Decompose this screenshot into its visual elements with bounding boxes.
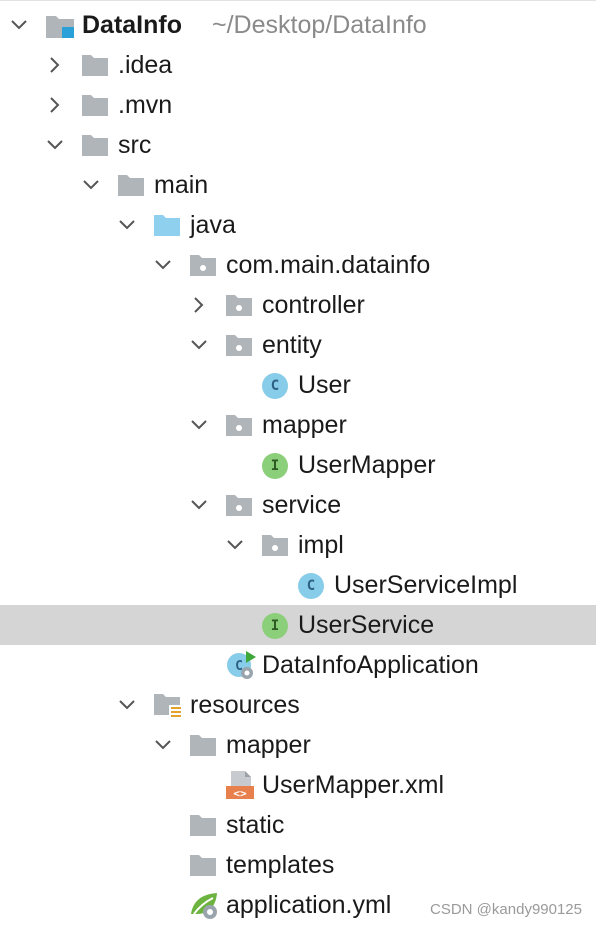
tree-row-static[interactable]: static	[0, 805, 596, 845]
chevron-down-icon[interactable]	[7, 13, 31, 37]
tree-row-controller[interactable]: controller	[0, 285, 596, 325]
chevron-down-icon[interactable]	[187, 413, 211, 437]
interface-icon: I	[262, 453, 290, 479]
chevron-down-icon[interactable]	[151, 733, 175, 757]
folder-icon	[189, 813, 217, 837]
package-icon	[225, 293, 253, 317]
tree-item-label: static	[226, 811, 285, 839]
tree-item-label: application.yml	[226, 891, 392, 919]
tree-row-java[interactable]: java	[0, 205, 596, 245]
interface-badge: I	[262, 453, 288, 479]
chevron-right-icon[interactable]	[43, 93, 67, 117]
tree-item-label: mapper	[262, 411, 347, 439]
folder-icon	[81, 133, 109, 157]
svg-text:<>: <>	[233, 787, 247, 800]
tree-item-label: impl	[298, 531, 344, 559]
package-icon	[189, 253, 217, 277]
tree-row-mvn[interactable]: .mvn	[0, 85, 596, 125]
tree-row-usermapper-interface[interactable]: I UserMapper	[0, 445, 596, 485]
tree-row-user-class[interactable]: C User	[0, 365, 596, 405]
tree-item-label: com.main.datainfo	[226, 251, 431, 279]
project-name: DataInfo	[82, 11, 182, 39]
chevron-down-icon[interactable]	[187, 493, 211, 517]
spring-config-icon	[189, 893, 217, 919]
class-badge: C	[298, 573, 324, 599]
project-path: ~/Desktop/DataInfo	[212, 11, 427, 39]
folder-icon	[189, 853, 217, 877]
class-icon: C	[298, 573, 326, 599]
tree-row-datainfoapplication[interactable]: C DataInfoApplication	[0, 645, 596, 685]
interface-icon: I	[262, 613, 290, 639]
chevron-down-icon[interactable]	[115, 693, 139, 717]
chevron-down-icon[interactable]	[187, 333, 211, 357]
class-badge: C	[262, 373, 288, 399]
tree-item-label: main	[154, 171, 209, 199]
tree-row-src[interactable]: src	[0, 125, 596, 165]
spring-boot-class-icon: C	[226, 651, 256, 679]
tree-item-label: User	[298, 371, 351, 399]
tree-row-service[interactable]: service	[0, 485, 596, 525]
tree-item-label: java	[190, 211, 236, 239]
folder-icon	[81, 53, 109, 77]
top-divider	[0, 0, 596, 1]
tree-row-impl[interactable]: impl	[0, 525, 596, 565]
chevron-right-icon[interactable]	[43, 53, 67, 77]
tree-item-label: mapper	[226, 731, 311, 759]
tree-row-mapper-package[interactable]: mapper	[0, 405, 596, 445]
tree-item-label: UserServiceImpl	[334, 571, 518, 599]
folder-icon	[81, 93, 109, 117]
tree-item-label: service	[262, 491, 342, 519]
tree-item-label: resources	[190, 691, 300, 719]
tree-item-label: DataInfoApplication	[262, 651, 479, 679]
chevron-down-icon[interactable]	[151, 253, 175, 277]
module-folder-icon	[45, 13, 74, 38]
source-root-folder-icon	[153, 213, 181, 237]
folder-icon	[189, 733, 217, 757]
tree-item-label: .idea	[118, 51, 173, 79]
tree-row-idea[interactable]: .idea	[0, 45, 596, 85]
package-icon	[225, 333, 253, 357]
tree-item-label: controller	[262, 291, 365, 319]
watermark: CSDN @kandy990125	[430, 901, 582, 918]
package-icon	[225, 413, 253, 437]
tree-item-label: UserService	[298, 611, 435, 639]
tree-row-package-root[interactable]: com.main.datainfo	[0, 245, 596, 285]
tree-item-label: UserMapper	[298, 451, 436, 479]
package-icon	[225, 493, 253, 517]
tree-row-project-root[interactable]: DataInfo ~/Desktop/DataInfo	[0, 5, 596, 45]
tree-row-templates[interactable]: templates	[0, 845, 596, 885]
chevron-down-icon[interactable]	[79, 173, 103, 197]
folder-icon	[117, 173, 145, 197]
tree-item-label: entity	[262, 331, 322, 359]
resources-folder-icon	[153, 693, 182, 719]
tree-item-label: templates	[226, 851, 335, 879]
tree-item-label: UserMapper.xml	[262, 771, 444, 799]
chevron-down-icon[interactable]	[223, 533, 247, 557]
tree-item-label: .mvn	[118, 91, 173, 119]
tree-item-label: src	[118, 131, 152, 159]
chevron-down-icon[interactable]	[43, 133, 67, 157]
class-icon: C	[262, 373, 290, 399]
tree-row-main[interactable]: main	[0, 165, 596, 205]
package-icon	[261, 533, 289, 557]
tree-row-userservice-interface-selected[interactable]: I UserService	[0, 605, 596, 645]
tree-row-resources-mapper[interactable]: mapper	[0, 725, 596, 765]
tree-row-usermapper-xml[interactable]: <> UserMapper.xml	[0, 765, 596, 805]
tree-row-userserviceimpl-class[interactable]: C UserServiceImpl	[0, 565, 596, 605]
tree-row-resources[interactable]: resources	[0, 685, 596, 725]
chevron-right-icon[interactable]	[187, 293, 211, 317]
interface-badge: I	[262, 613, 288, 639]
xml-file-icon: <>	[225, 771, 254, 800]
tree-row-entity[interactable]: entity	[0, 325, 596, 365]
chevron-down-icon[interactable]	[115, 213, 139, 237]
